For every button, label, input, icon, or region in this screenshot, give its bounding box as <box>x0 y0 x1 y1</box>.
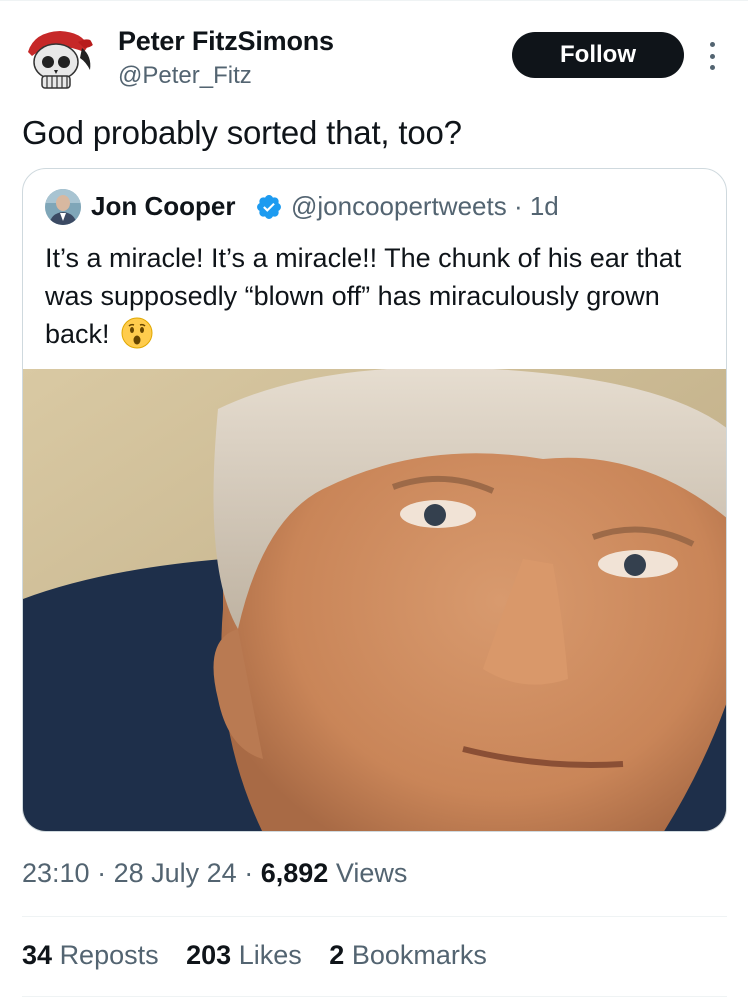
divider <box>22 916 727 917</box>
reposts-count: 34 <box>22 940 53 970</box>
verified-badge-icon <box>257 195 281 219</box>
views-count: 6,892 <box>260 858 329 888</box>
person-photo-icon <box>45 189 81 225</box>
dot <box>709 53 715 59</box>
top-divider <box>0 0 748 1</box>
tweet-time[interactable]: 23:10 <box>22 858 90 888</box>
quoted-tweet-age: · 1d <box>513 191 559 221</box>
bookmarks-count: 2 <box>329 940 345 970</box>
follow-button[interactable]: Follow <box>512 32 684 78</box>
likes-label: Likes <box>238 940 302 970</box>
bookmarks-label: Bookmarks <box>351 940 487 970</box>
quoted-author-avatar <box>45 189 81 225</box>
pirate-skull-icon <box>20 22 96 98</box>
tweet-stats: 34 Reposts 203 Likes 2 Bookmarks <box>22 940 507 971</box>
divider <box>22 996 727 997</box>
reposts-stat[interactable]: 34 Reposts <box>22 940 166 970</box>
reposts-label: Reposts <box>59 940 159 970</box>
author-avatar[interactable] <box>20 22 96 98</box>
dot <box>709 65 715 70</box>
meta-separator: · <box>244 858 254 888</box>
likes-stat[interactable]: 203 Likes <box>186 940 309 970</box>
views-label: Views <box>335 858 408 888</box>
likes-count: 203 <box>186 940 232 970</box>
author-name[interactable]: Peter FitzSimons <box>118 26 334 57</box>
quoted-tweet-text: It’s a miracle! It’s a miracle!! The chu… <box>45 239 715 353</box>
tweet-meta: 23:10 · 28 July 24 · 6,892 Views <box>22 858 407 889</box>
dot <box>709 42 715 47</box>
astonished-face-icon <box>121 317 153 349</box>
more-options-icon[interactable] <box>700 38 724 74</box>
bookmarks-stat[interactable]: 2 Bookmarks <box>329 940 487 970</box>
quoted-tweet-photo[interactable] <box>23 369 727 832</box>
quoted-author-name: Jon Cooper <box>91 191 236 221</box>
tweet-text: God probably sorted that, too? <box>22 114 462 151</box>
quoted-author-handle: @joncoopertweets <box>291 191 507 221</box>
meta-separator: · <box>97 858 107 888</box>
tweet-date[interactable]: 28 July 24 <box>114 858 237 888</box>
quoted-author-handle-and-age: @joncoopertweets · 1d <box>291 191 559 222</box>
quoted-tweet[interactable]: Jon Cooper @joncoopertweets · 1d It’s a … <box>22 168 727 832</box>
author-handle[interactable]: @Peter_Fitz <box>118 62 252 90</box>
